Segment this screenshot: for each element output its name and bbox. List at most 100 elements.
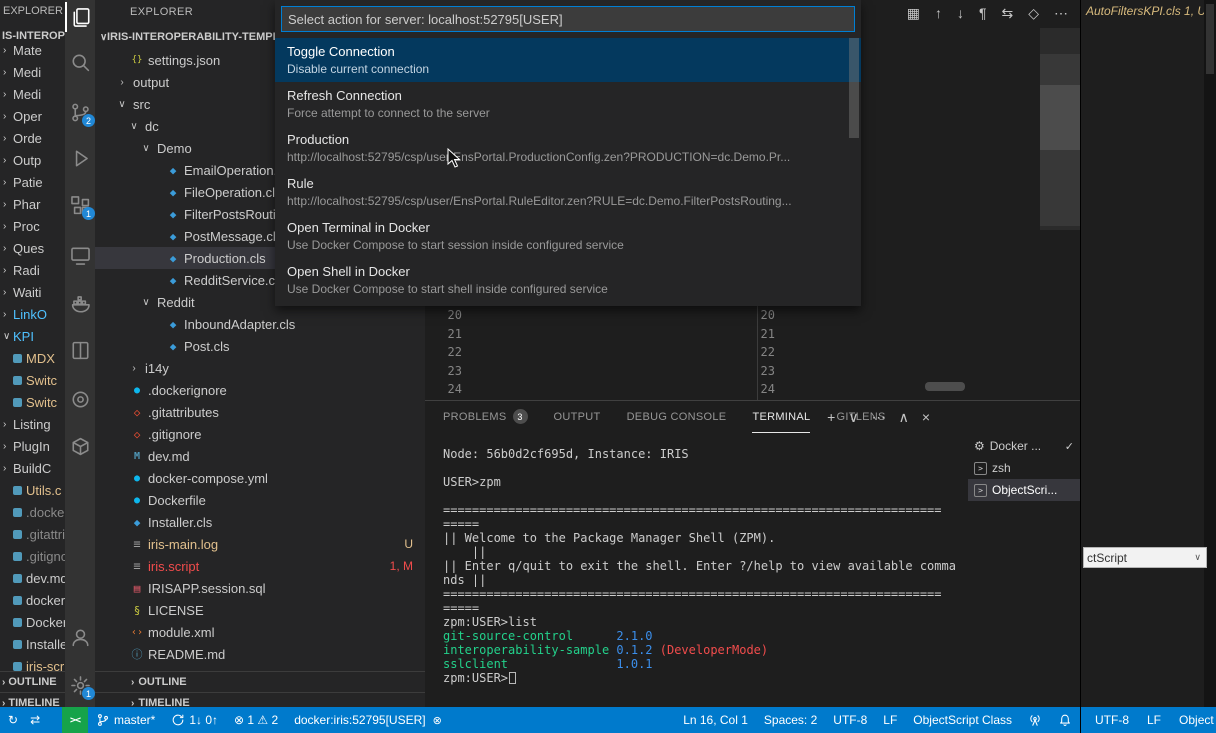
- quick-pick-item[interactable]: Toggle ConnectionDisable current connect…: [275, 38, 861, 82]
- more-icon[interactable]: ⋯: [872, 409, 886, 426]
- tree-item[interactable]: ›i14y: [95, 357, 425, 379]
- account-icon[interactable]: [65, 622, 95, 652]
- timeline-section[interactable]: › TIMELINE: [95, 692, 425, 707]
- extensions-icon[interactable]: 1: [65, 190, 95, 220]
- quick-pick-item[interactable]: Refresh ConnectionForce attempt to conne…: [275, 82, 861, 126]
- intersystems-icon[interactable]: [65, 335, 95, 365]
- left-tree-item[interactable]: ›Orde: [0, 127, 65, 149]
- tree-item[interactable]: ◇.gitattributes: [95, 401, 425, 423]
- tree-item[interactable]: ●docker-compose.yml: [95, 467, 425, 489]
- left-tree-item[interactable]: .dockerig: [0, 501, 65, 523]
- minimap[interactable]: [1040, 28, 1080, 230]
- broadcast-icon[interactable]: [1020, 707, 1050, 733]
- quick-pick-item[interactable]: Open Shell in DockerUse Docker Compose t…: [275, 258, 861, 302]
- tree-item[interactable]: ●.dockerignore: [95, 379, 425, 401]
- left-tree-item[interactable]: Dockerfil: [0, 611, 65, 633]
- package-icon[interactable]: [65, 431, 95, 461]
- right-status-item-1[interactable]: LF: [1147, 713, 1161, 727]
- chevron-up-icon[interactable]: ∧: [899, 409, 909, 426]
- indentation[interactable]: Spaces: 2: [756, 707, 825, 733]
- tree-item[interactable]: ◆Installer.cls: [95, 511, 425, 533]
- left-tree-item[interactable]: .gitignore: [0, 545, 65, 567]
- left-tree-item[interactable]: ›Phar: [0, 193, 65, 215]
- left-tree-item[interactable]: ›Medi: [0, 83, 65, 105]
- left-tree-item[interactable]: ›PlugIn: [0, 435, 65, 457]
- files-icon[interactable]: [65, 2, 95, 32]
- quick-pick-item[interactable]: Rulehttp://localhost:52795/csp/user/EnsP…: [275, 170, 861, 214]
- left-tree-item[interactable]: Switc: [0, 369, 65, 391]
- columns-icon[interactable]: ▦: [907, 5, 920, 22]
- problems[interactable]: ⊗ 1 ⚠ 2: [226, 707, 286, 733]
- swap-icon[interactable]: ⇆: [1001, 5, 1013, 22]
- left-tree-item[interactable]: ›Listing: [0, 413, 65, 435]
- left-tree-item[interactable]: .gitattrib: [0, 523, 65, 545]
- eol[interactable]: LF: [875, 707, 905, 733]
- left-tree-item[interactable]: ›Mate: [0, 39, 65, 61]
- encoding[interactable]: UTF-8: [825, 707, 875, 733]
- diff-icon[interactable]: ◇: [1028, 5, 1039, 22]
- arrow-up-icon[interactable]: ↑: [935, 5, 942, 21]
- run-debug-icon[interactable]: [65, 143, 95, 173]
- horizontal-scrollbar[interactable]: [925, 382, 965, 391]
- settings-gear-icon[interactable]: 1: [65, 670, 95, 700]
- left-tree-item[interactable]: ›Proc: [0, 215, 65, 237]
- tree-item[interactable]: ⓘREADME.md: [95, 643, 425, 665]
- left-outline-section[interactable]: › OUTLINE: [0, 671, 65, 692]
- chevron-down-icon[interactable]: ∨: [848, 409, 858, 426]
- objectscript-icon[interactable]: [65, 384, 95, 414]
- left-tree-item[interactable]: Utils.c: [0, 479, 65, 501]
- sync-status[interactable]: 1↓ 0↑: [163, 707, 226, 733]
- terminal-list-item[interactable]: >zsh: [968, 457, 1080, 479]
- remote-explorer-icon[interactable]: [65, 240, 95, 270]
- right-status-item-0[interactable]: UTF-8: [1095, 713, 1129, 727]
- tree-item[interactable]: ●Dockerfile: [95, 489, 425, 511]
- bell-icon[interactable]: [1050, 707, 1080, 733]
- sync-glyph-icon[interactable]: ↻: [8, 713, 18, 727]
- minimap-slider[interactable]: [1040, 85, 1080, 150]
- quick-pick-item[interactable]: Productionhttp://localhost:52795/csp/use…: [275, 126, 861, 170]
- cursor-position[interactable]: Ln 16, Col 1: [675, 707, 756, 733]
- panel-tab-debug-console[interactable]: DEBUG CONSOLE: [627, 402, 727, 433]
- left-tree-item[interactable]: docker-c: [0, 589, 65, 611]
- outline-section[interactable]: › OUTLINE: [95, 671, 425, 692]
- more-actions-icon[interactable]: ⋯: [1054, 5, 1068, 22]
- left-tree-item[interactable]: ›Radi: [0, 259, 65, 281]
- close-icon[interactable]: ×: [922, 409, 930, 425]
- tree-item[interactable]: Mdev.md: [95, 445, 425, 467]
- arrow-down-icon[interactable]: ↓: [957, 5, 964, 21]
- terminal-output[interactable]: Node: 56b0d2cf695d, Instance: IRIS USER>…: [443, 447, 973, 685]
- left-tree-item[interactable]: Installer.: [0, 633, 65, 655]
- git-branch[interactable]: master*: [88, 707, 163, 733]
- terminal-list-item[interactable]: ⚙Docker ...✓: [968, 435, 1080, 457]
- terminal-list-item[interactable]: >ObjectScri...: [968, 479, 1080, 501]
- tree-item[interactable]: ◆InboundAdapter.cls: [95, 313, 425, 335]
- left-tree-item[interactable]: ›Outp: [0, 149, 65, 171]
- right-status-item-2[interactable]: Object: [1179, 713, 1214, 727]
- tree-item[interactable]: ▤IRISAPP.session.sql: [95, 577, 425, 599]
- screencast-icon[interactable]: ⇄: [30, 713, 40, 727]
- tree-item[interactable]: §LICENSE: [95, 599, 425, 621]
- left-tree-item[interactable]: ›LinkO: [0, 303, 65, 325]
- left-tree-item[interactable]: ›Patie: [0, 171, 65, 193]
- left-tree-item[interactable]: ›BuildC: [0, 457, 65, 479]
- source-control-icon[interactable]: 2: [65, 97, 95, 127]
- language-select[interactable]: ctScript ∨: [1083, 547, 1207, 568]
- left-tree-item[interactable]: ›Medi: [0, 61, 65, 83]
- left-timeline-section[interactable]: › TIMELINE: [0, 692, 65, 707]
- left-tree-item[interactable]: ›Waiti: [0, 281, 65, 303]
- quick-pick-scrollbar[interactable]: [849, 38, 859, 138]
- tree-item[interactable]: ≡iris.script1, M: [95, 555, 425, 577]
- quick-pick-input[interactable]: [281, 6, 855, 32]
- plus-icon[interactable]: +: [827, 409, 835, 425]
- pilcrow-icon[interactable]: ¶: [979, 5, 987, 21]
- quick-pick-item[interactable]: Open Terminal in DockerUse Docker Compos…: [275, 214, 861, 258]
- tree-item[interactable]: ≡iris-main.logU: [95, 533, 425, 555]
- tree-item[interactable]: ‹›module.xml: [95, 621, 425, 643]
- right-scrollbar-thumb[interactable]: [1206, 4, 1214, 74]
- left-tree-item[interactable]: Switc: [0, 391, 65, 413]
- left-tree-item[interactable]: ›Ques: [0, 237, 65, 259]
- remote-indicator[interactable]: ><: [62, 707, 88, 733]
- docker-icon[interactable]: [65, 288, 95, 318]
- left-tree-item[interactable]: ›Oper: [0, 105, 65, 127]
- tree-item[interactable]: ◇.gitignore: [95, 423, 425, 445]
